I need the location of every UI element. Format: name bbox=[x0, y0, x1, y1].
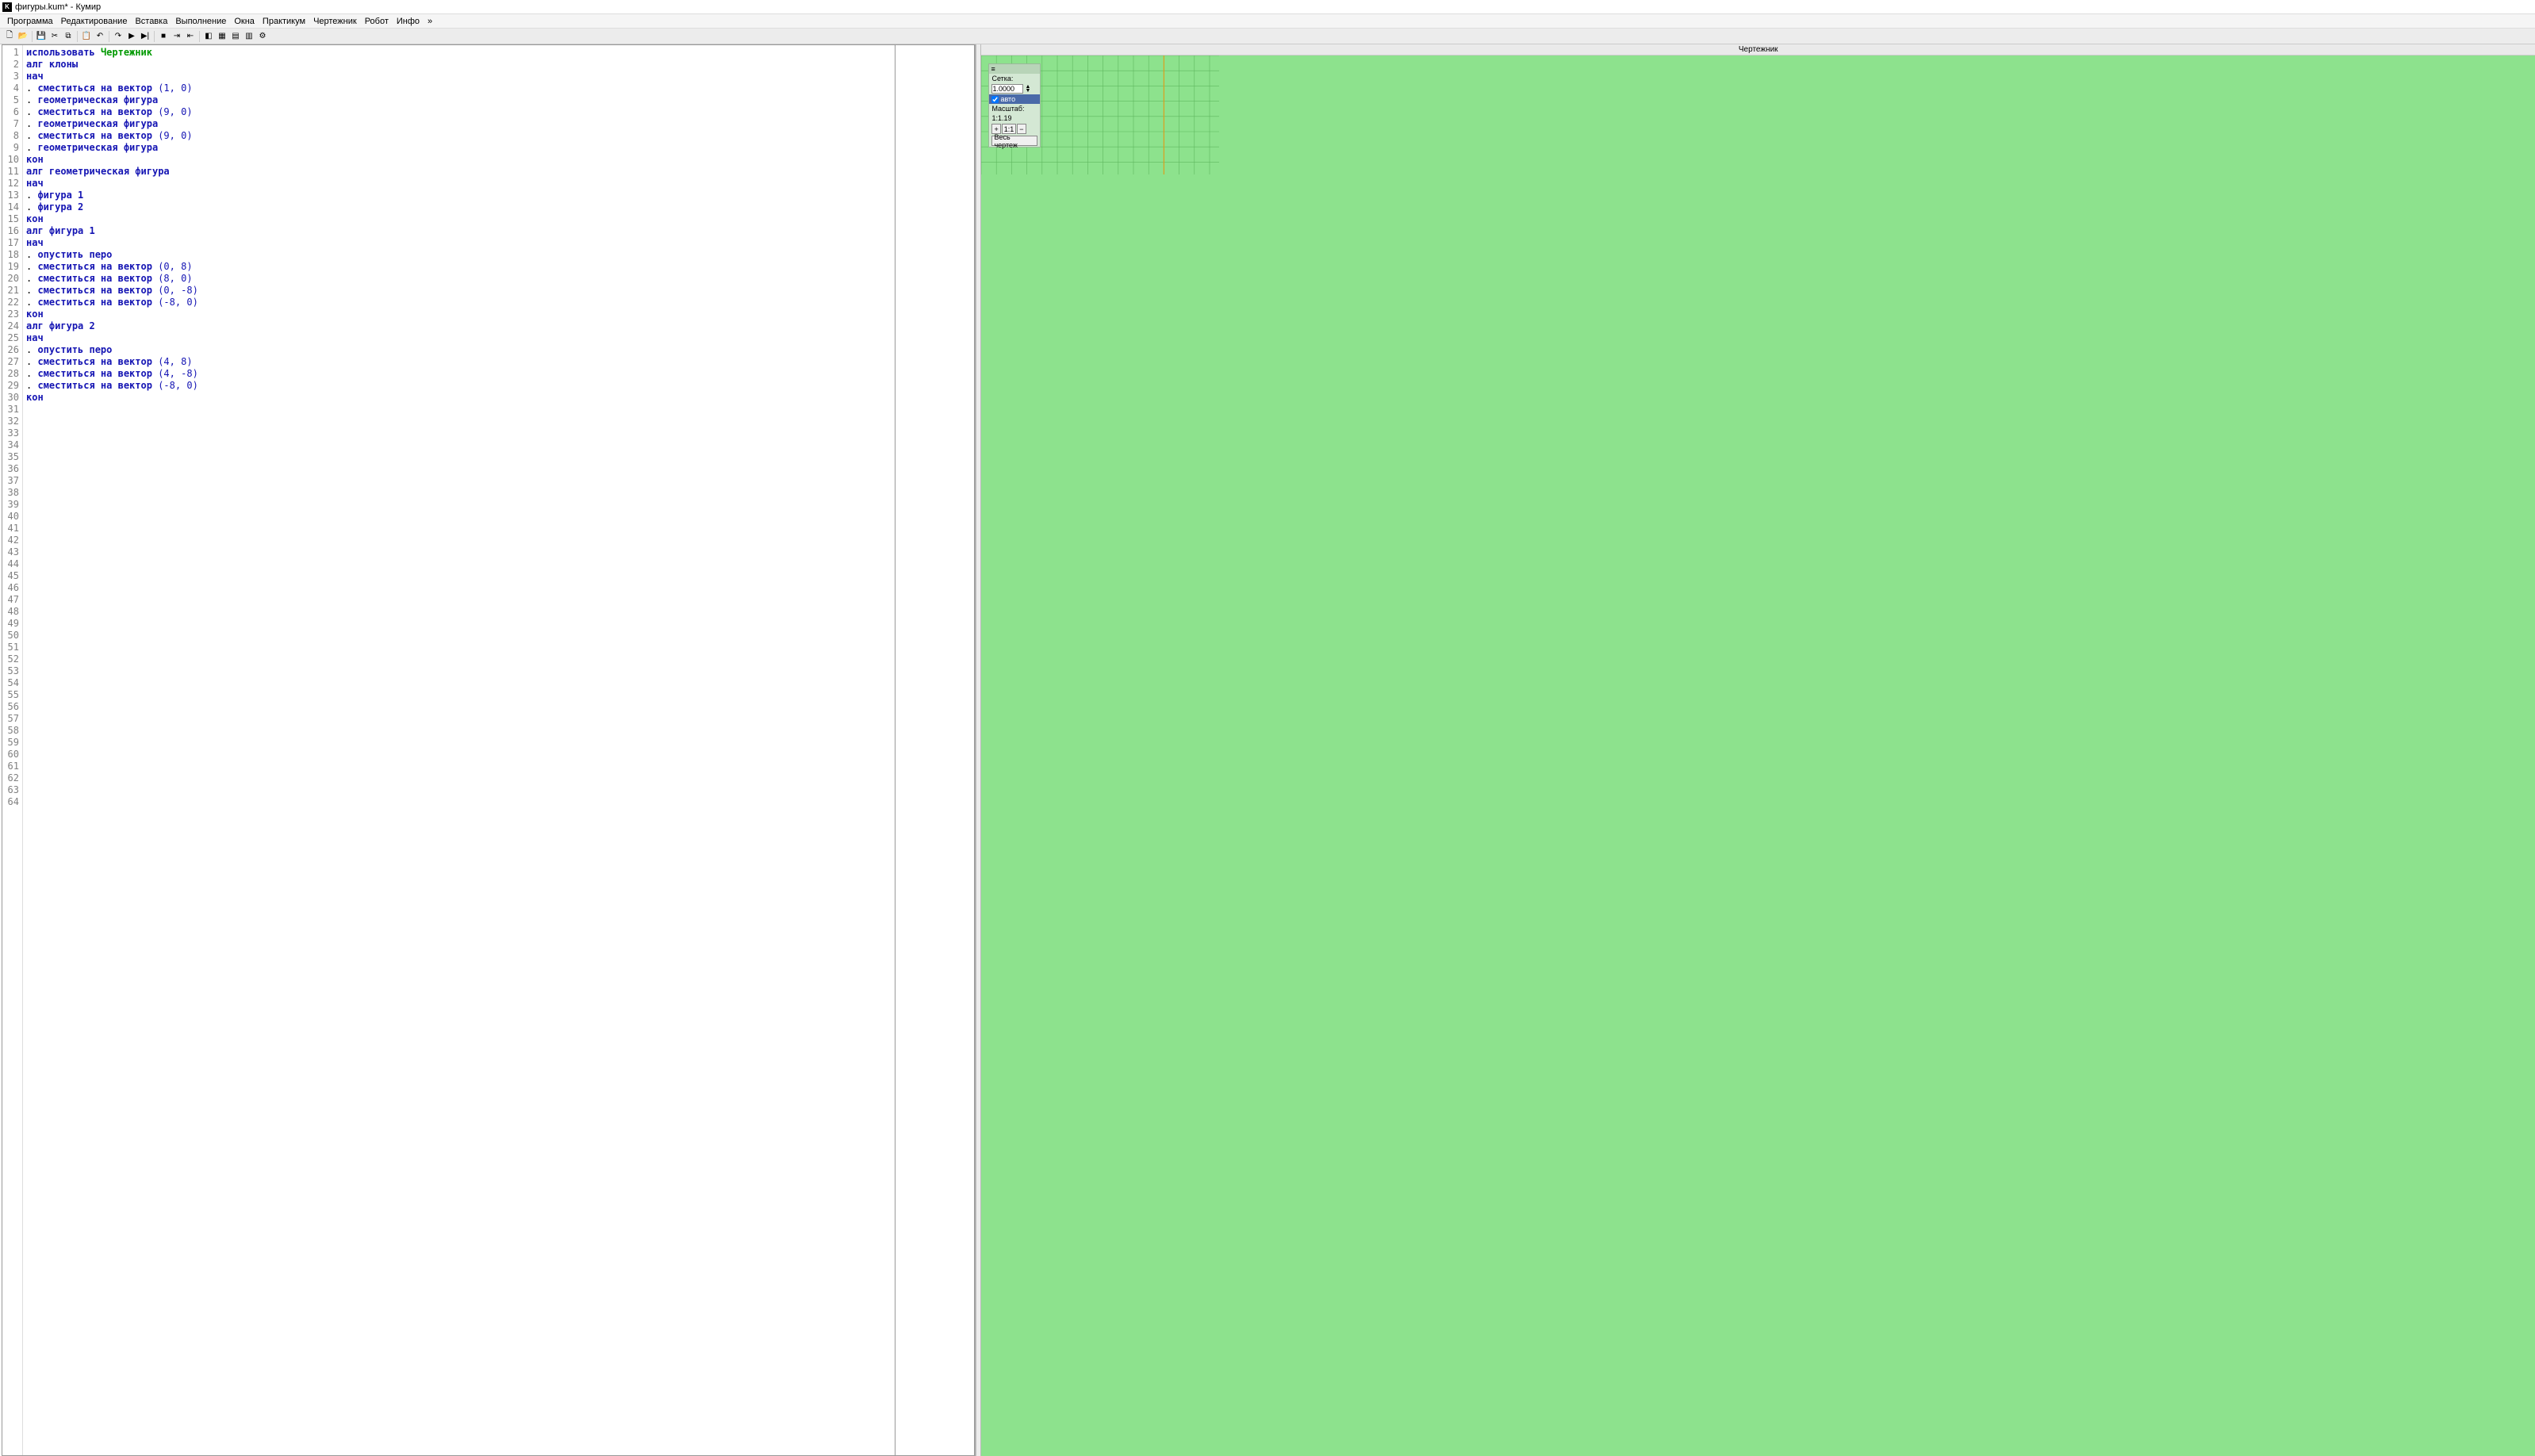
titlebar: K фигуры.kum* - Кумир bbox=[0, 0, 2535, 14]
menu-чертежник[interactable]: Чертежник bbox=[309, 15, 361, 28]
undo-icon[interactable]: ↶ bbox=[94, 30, 106, 43]
redo-icon[interactable]: ↷ bbox=[112, 30, 125, 43]
editor-status-pane bbox=[895, 45, 974, 1455]
menu-программа[interactable]: Программа bbox=[3, 15, 57, 28]
auto-checkbox[interactable] bbox=[991, 96, 999, 103]
menu-»[interactable]: » bbox=[424, 15, 436, 28]
window-title: фигуры.kum* - Кумир bbox=[15, 2, 101, 12]
toolbar: 🗋📂 💾✂⧉ 📋↶ ↷▶▶| ■⇥⇤ ◧▦▤▥⚙ bbox=[0, 29, 2535, 44]
grid-label: Сетка: bbox=[991, 75, 1013, 82]
fit-all-button[interactable]: Весь чертеж bbox=[991, 136, 1037, 146]
menu-редактирование[interactable]: Редактирование bbox=[57, 15, 132, 28]
canvas[interactable]: ≡ Сетка: ▲▼ авто Масштаб: 1:1.19 + 1:1 bbox=[981, 56, 2535, 1456]
menu-выполнение[interactable]: Выполнение bbox=[171, 15, 230, 28]
editor[interactable]: 1 2 3 4 5 6 7 8 9 10 11 12 13 14 15 16 1… bbox=[2, 44, 975, 1456]
grid1-icon[interactable]: ▦ bbox=[216, 30, 228, 43]
actors-icon[interactable]: ◧ bbox=[202, 30, 215, 43]
run-step-icon[interactable]: ▶| bbox=[139, 30, 151, 43]
grid2-icon[interactable]: ▤ bbox=[229, 30, 242, 43]
step-in-icon[interactable]: ⇥ bbox=[171, 30, 183, 43]
cut-icon[interactable]: ✂ bbox=[48, 30, 61, 43]
menu-практикум[interactable]: Практикум bbox=[259, 15, 309, 28]
new-icon[interactable]: 🗋 bbox=[3, 30, 16, 43]
save-icon[interactable]: 💾 bbox=[35, 30, 48, 43]
editor-code[interactable]: использовать Чертежникалг клонынач. смес… bbox=[23, 45, 895, 1455]
stop-icon[interactable]: ■ bbox=[157, 30, 170, 43]
splitter[interactable] bbox=[976, 44, 981, 1456]
grid3-icon[interactable]: ▥ bbox=[243, 30, 255, 43]
copy-icon[interactable]: ⧉ bbox=[62, 30, 75, 43]
auto-label: авто bbox=[1000, 95, 1015, 103]
menu-окна[interactable]: Окна bbox=[230, 15, 259, 28]
menu-робот[interactable]: Робот bbox=[361, 15, 393, 28]
open-icon[interactable]: 📂 bbox=[17, 30, 29, 43]
menu-icon[interactable]: ≡ bbox=[991, 65, 995, 73]
control-panel: ≡ Сетка: ▲▼ авто Масштаб: 1:1.19 + 1:1 bbox=[988, 63, 1041, 148]
scale-value: 1:1.19 bbox=[991, 114, 1011, 122]
menu-вставка[interactable]: Вставка bbox=[131, 15, 171, 28]
drawer-title: Чертежник bbox=[981, 44, 2535, 56]
editor-gutter: 1 2 3 4 5 6 7 8 9 10 11 12 13 14 15 16 1… bbox=[2, 45, 23, 1455]
paste-icon[interactable]: 📋 bbox=[80, 30, 93, 43]
spinner-icon[interactable]: ▲▼ bbox=[1025, 85, 1030, 93]
menu-инфо[interactable]: Инфо bbox=[393, 15, 424, 28]
menubar: ПрограммаРедактированиеВставкаВыполнение… bbox=[0, 14, 2535, 29]
step-out-icon[interactable]: ⇤ bbox=[184, 30, 197, 43]
app-icon: K bbox=[2, 2, 12, 12]
grid-input[interactable] bbox=[991, 84, 1023, 94]
cfg-icon[interactable]: ⚙ bbox=[256, 30, 269, 43]
scale-label: Масштаб: bbox=[991, 105, 1024, 113]
run-icon[interactable]: ▶ bbox=[125, 30, 138, 43]
